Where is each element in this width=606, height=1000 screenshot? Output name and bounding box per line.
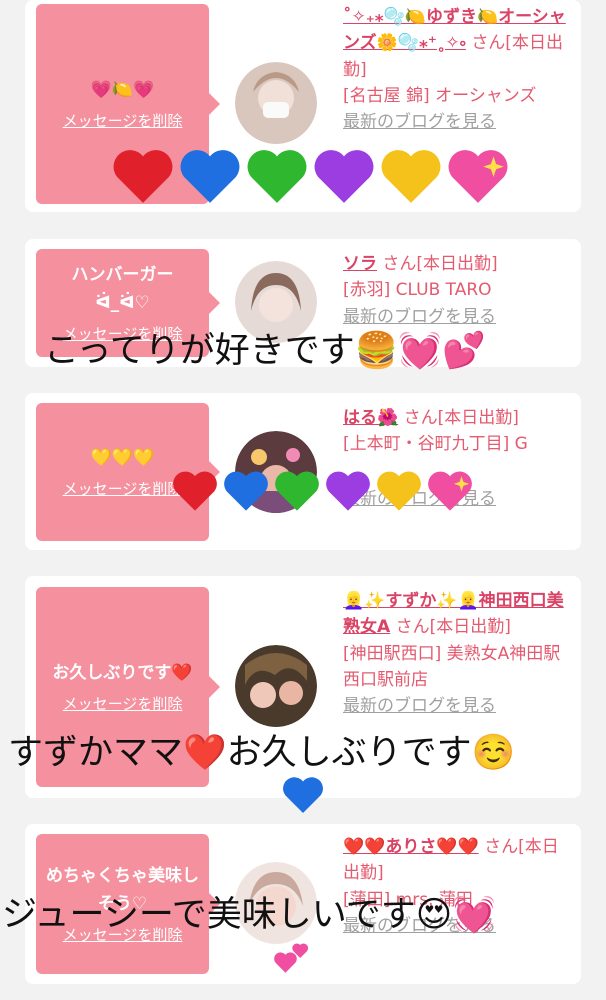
message-text: 💛💛💛 <box>90 447 155 468</box>
overlay-caption: ジューシーで美味しいです😍💓 <box>2 895 496 935</box>
emoji-heart-row <box>112 148 509 210</box>
blue-heart-icon <box>282 776 324 815</box>
message-text: ハンバーガー ᐛ_ᐛ♡ <box>71 265 174 313</box>
two-hearts-icon <box>272 940 312 976</box>
overlay-caption: すずかママ❤️お久しぶりです☺️ <box>8 733 516 773</box>
blue-heart-icon <box>223 470 269 513</box>
yellow-heart-icon <box>376 470 422 513</box>
cast-info: ソラ さん[本日出勤] [赤羽] CLUB TARO 最新のブログを見る <box>343 251 569 330</box>
cast-status: さん[本日出勤] <box>395 617 511 638</box>
cast-status: さん[本日出勤] <box>382 254 498 274</box>
cast-location: [名古屋 錦] オーシャンズ <box>343 86 537 107</box>
purple-heart-icon <box>325 470 371 513</box>
cast-info: 👱‍♀️✨すずか✨👱‍♀️神田西口美熟女A さん[本日出勤] [神田駅西口] 美… <box>343 588 569 720</box>
cast-name-link[interactable]: ソラ <box>343 254 377 274</box>
yellow-heart-icon <box>380 148 442 206</box>
cast-location: [神田駅西口] 美熟女A神田駅西口駅前店 <box>343 643 561 691</box>
overlay-caption: こってりが好きです🍔💓💕 <box>44 331 486 371</box>
green-heart-icon <box>246 148 308 206</box>
sparkling-heart-icon <box>447 148 509 206</box>
green-heart-icon <box>274 470 320 513</box>
cast-status: さん[本日出勤] <box>403 408 519 428</box>
cast-name-link[interactable]: ❤️❤️ありさ❤️❤️ <box>343 837 479 857</box>
blog-link[interactable]: 最新のブログを見る <box>343 693 569 719</box>
delete-message-link[interactable]: メッセージを削除 <box>63 693 183 714</box>
blog-link[interactable]: 最新のブログを見る <box>343 109 569 135</box>
delete-message-link[interactable]: メッセージを削除 <box>63 478 183 499</box>
avatar[interactable] <box>235 62 317 144</box>
message-text: お久しぶりです❤️ <box>52 662 193 683</box>
avatar[interactable] <box>235 645 317 727</box>
red-heart-icon <box>172 470 218 513</box>
message-text: 💗🍋💗 <box>90 79 155 100</box>
emoji-heart-row <box>172 470 473 517</box>
purple-heart-icon <box>313 148 375 206</box>
cast-location: [上本町・谷町九丁目] G <box>343 434 528 455</box>
cast-location: [赤羽] CLUB TARO <box>343 280 492 301</box>
cast-info: ˚✧₊⁎🫧🍋ゆずき🍋オーシャンズ🌼🫧⁎⁺˳✧༚ さん[本日出勤] [名古屋 錦]… <box>343 4 569 136</box>
delete-message-link[interactable]: メッセージを削除 <box>63 110 183 131</box>
red-heart-icon <box>112 148 174 206</box>
blue-heart-icon <box>179 148 241 206</box>
sparkling-heart-icon <box>427 470 473 513</box>
cast-name-link[interactable]: はる🌺 <box>343 408 398 428</box>
